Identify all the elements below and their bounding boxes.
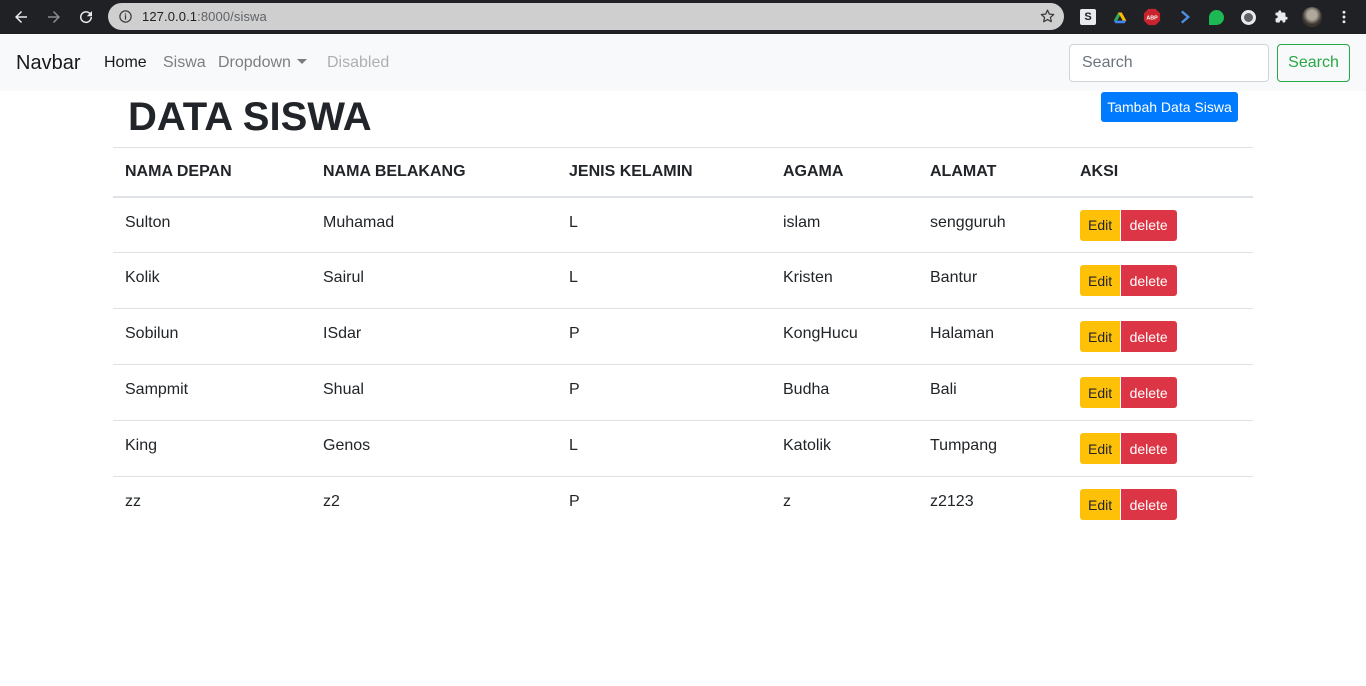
edit-button[interactable]: Edit <box>1080 209 1121 241</box>
extension-drive-icon[interactable] <box>1110 7 1130 27</box>
student-table: NAMA DEPAN NAMA BELAKANG JENIS KELAMIN A… <box>113 147 1253 533</box>
cell-aksi: Edit delete <box>1068 364 1253 421</box>
cell-jenis-kelamin: P <box>557 364 771 421</box>
cell-nama-belakang: Shual <box>311 364 557 421</box>
cell-jenis-kelamin: L <box>557 252 771 309</box>
header-agama: AGAMA <box>771 147 918 198</box>
cell-alamat: Bali <box>918 364 1068 421</box>
search-button[interactable]: Search <box>1277 44 1350 82</box>
page-title: DATA SISWA <box>128 95 372 139</box>
edit-button[interactable]: Edit <box>1080 489 1121 520</box>
cell-nama-belakang: Genos <box>311 420 557 477</box>
nav-link-disabled: Disabled <box>327 54 390 71</box>
delete-button[interactable]: delete <box>1120 321 1177 352</box>
menu-kebab-icon[interactable] <box>1334 7 1354 27</box>
extension-green-icon[interactable] <box>1206 7 1226 27</box>
table-row: Sampmit Shual P Budha Bali Edit delete <box>113 364 1253 421</box>
table-row: Sulton Muhamad L islam sengguruh Edit de… <box>113 196 1253 253</box>
cell-alamat: z2123 <box>930 493 974 510</box>
cell-agama: z <box>783 493 791 510</box>
cell-aksi: Edit delete <box>1068 196 1253 253</box>
reload-icon[interactable] <box>74 5 98 29</box>
cell-nama-depan: King <box>113 420 311 477</box>
cell-nama-belakang: Muhamad <box>311 196 557 253</box>
delete-button[interactable]: delete <box>1120 489 1177 520</box>
extension-chevron-icon[interactable] <box>1175 7 1195 27</box>
nav-dropdown[interactable]: Dropdown <box>218 54 307 72</box>
cell-jenis-kelamin: L <box>557 196 771 253</box>
edit-button[interactable]: Edit <box>1080 433 1121 464</box>
nav-link-home[interactable]: Home <box>104 54 147 72</box>
cell-aksi: Edit delete <box>1068 477 1253 533</box>
nav-link-siswa[interactable]: Siswa <box>163 54 206 72</box>
add-student-button[interactable]: Tambah Data Siswa <box>1101 92 1238 122</box>
cell-nama-depan: Kolik <box>113 252 311 309</box>
header-jenis-kelamin: JENIS KELAMIN <box>557 147 771 198</box>
header-aksi: AKSI <box>1068 147 1253 198</box>
cell-nama-depan: Sulton <box>113 196 311 253</box>
search-input[interactable] <box>1069 44 1269 82</box>
cell-jenis-kelamin: P <box>557 308 771 365</box>
back-arrow-icon[interactable] <box>9 5 33 29</box>
cell-nama-belakang: Sairul <box>311 252 557 309</box>
navbar-brand[interactable]: Navbar <box>16 52 80 75</box>
cell-aksi: Edit delete <box>1068 420 1253 477</box>
table-row: King Genos L Katolik Tumpang Edit delete <box>113 420 1253 477</box>
adblock-icon[interactable]: ABP <box>1142 7 1162 27</box>
cell-alamat: Tumpang <box>918 420 1068 477</box>
extension-circle-icon[interactable] <box>1238 7 1258 27</box>
header-alamat: ALAMAT <box>918 147 1068 198</box>
info-icon[interactable] <box>118 9 133 24</box>
delete-button[interactable]: delete <box>1120 433 1177 464</box>
header-nama-depan: NAMA DEPAN <box>113 147 311 198</box>
table-row: zz z2 P z z2123 Edit delete <box>113 477 1253 533</box>
cell-agama: Kristen <box>771 252 918 309</box>
cell-agama: Budha <box>771 364 918 421</box>
browser-toolbar: 127.0.0.1:8000/siswa S ABP <box>0 0 1366 34</box>
edit-button[interactable]: Edit <box>1080 321 1121 352</box>
profile-avatar-icon[interactable] <box>1302 7 1322 27</box>
table-header-row: NAMA DEPAN NAMA BELAKANG JENIS KELAMIN A… <box>113 147 1253 198</box>
nav-dropdown-label: Dropdown <box>218 54 291 71</box>
cell-jenis-kelamin: P <box>569 493 580 510</box>
delete-button[interactable]: delete <box>1120 265 1177 296</box>
edit-button[interactable]: Edit <box>1080 265 1121 296</box>
address-bar[interactable]: 127.0.0.1:8000/siswa <box>108 3 1064 30</box>
cell-jenis-kelamin: L <box>557 420 771 477</box>
table-row: Sobilun ISdar P KongHucu Halaman Edit de… <box>113 308 1253 365</box>
table-row: Kolik Sairul L Kristen Bantur Edit delet… <box>113 252 1253 309</box>
url-text: 127.0.0.1:8000/siswa <box>142 9 267 24</box>
caret-down-icon <box>296 59 307 64</box>
delete-button[interactable]: delete <box>1120 209 1177 241</box>
cell-agama: islam <box>771 196 918 253</box>
cell-alamat: Halaman <box>918 308 1068 365</box>
cell-nama-belakang: z2 <box>323 493 340 510</box>
cell-nama-depan: Sampmit <box>113 364 311 421</box>
header-nama-belakang: NAMA BELAKANG <box>311 147 557 198</box>
cell-alamat: sengguruh <box>918 196 1068 253</box>
forward-arrow-icon[interactable] <box>42 5 66 29</box>
delete-button[interactable]: delete <box>1120 377 1177 408</box>
edit-button[interactable]: Edit <box>1080 377 1121 408</box>
bookmark-star-icon[interactable] <box>1039 8 1056 25</box>
cell-aksi: Edit delete <box>1068 308 1253 365</box>
cell-aksi: Edit delete <box>1068 252 1253 309</box>
navbar: Navbar Home Siswa Dropdown Disabled Sear… <box>0 35 1366 91</box>
cell-nama-depan: Sobilun <box>113 308 311 365</box>
cell-nama-belakang: ISdar <box>311 308 557 365</box>
svg-text:ABP: ABP <box>1146 16 1158 22</box>
cell-agama: Katolik <box>771 420 918 477</box>
cell-agama: KongHucu <box>771 308 918 365</box>
cell-alamat: Bantur <box>918 252 1068 309</box>
extensions-puzzle-icon[interactable] <box>1270 7 1290 27</box>
cell-nama-depan: zz <box>125 493 141 510</box>
extension-s-icon[interactable]: S <box>1078 7 1098 27</box>
